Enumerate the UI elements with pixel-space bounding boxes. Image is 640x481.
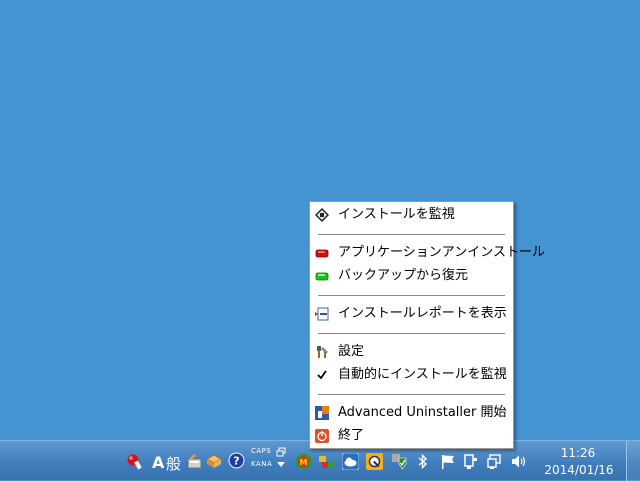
menu-separator bbox=[318, 333, 505, 334]
menu-item-label: バックアップから復元 bbox=[338, 268, 469, 283]
menu-item-label: 終了 bbox=[338, 428, 365, 443]
ime-help-icon[interactable]: ? bbox=[228, 452, 245, 469]
bluetooth-icon[interactable] bbox=[416, 453, 430, 470]
ime-pad-icon[interactable] bbox=[205, 452, 223, 470]
checkmark-icon bbox=[317, 370, 327, 380]
menu-item-label: アプリケーションアンインストール bbox=[338, 245, 545, 260]
security-shield-icon[interactable] bbox=[391, 453, 408, 470]
menu-item-auto-monitor[interactable]: 自動的にインストールを監視 bbox=[311, 364, 512, 386]
clock-date[interactable]: 2014/01/16 bbox=[544, 463, 614, 477]
language-bar-icon[interactable] bbox=[125, 452, 143, 470]
cloud-sync-icon[interactable] bbox=[342, 453, 359, 470]
red-uninstall-icon bbox=[315, 249, 329, 258]
menu-item-settings[interactable]: 設定 bbox=[311, 341, 512, 363]
network-icon[interactable] bbox=[487, 453, 503, 470]
clock-time[interactable]: 11:26 bbox=[548, 446, 608, 460]
menu-separator bbox=[318, 394, 505, 395]
uninstaller-monitor-tray-icon[interactable] bbox=[366, 453, 383, 470]
action-center-flag-icon[interactable] bbox=[440, 453, 456, 470]
menu-item-label: 自動的にインストールを監視 bbox=[338, 367, 507, 382]
ime-mode-indicator[interactable]: A bbox=[152, 453, 164, 472]
svg-text:M: M bbox=[300, 458, 308, 467]
menu-item-show-report[interactable]: インストールレポートを表示 bbox=[311, 303, 512, 325]
green-restore-icon bbox=[315, 272, 329, 281]
show-desktop-button[interactable] bbox=[626, 441, 640, 481]
ime-dictionary-indicator[interactable]: 般 bbox=[166, 453, 181, 474]
langbar-options-arrow-icon[interactable] bbox=[277, 462, 285, 468]
menu-item-label: インストールレポートを表示 bbox=[338, 306, 507, 321]
menu-separator bbox=[318, 295, 505, 296]
ime-tools-icon[interactable] bbox=[186, 452, 204, 470]
power-icon bbox=[315, 429, 329, 443]
menu-item-monitor-install[interactable]: インストールを監視 bbox=[311, 204, 512, 226]
malwarebytes-icon[interactable]: M bbox=[295, 453, 312, 470]
volume-icon[interactable] bbox=[511, 453, 527, 470]
monitor-install-icon bbox=[315, 208, 329, 222]
menu-item-start-advanced-uninstaller[interactable]: Advanced Uninstaller 開始 bbox=[311, 402, 512, 424]
kana-lock-indicator: KANA bbox=[251, 460, 273, 468]
menu-item-exit[interactable]: 終了 bbox=[311, 425, 512, 447]
menu-separator bbox=[318, 234, 505, 235]
report-icon bbox=[315, 307, 329, 321]
menu-item-label: 設定 bbox=[338, 344, 365, 359]
tray-context-menu: インストールを監視 アプリケーションアンインストール バックアップから復元 イン… bbox=[309, 201, 545, 449]
power-plug-icon[interactable] bbox=[463, 453, 479, 470]
network-share-icon[interactable] bbox=[318, 453, 335, 470]
svg-text:?: ? bbox=[233, 455, 239, 468]
tools-icon bbox=[317, 346, 328, 358]
menu-item-label: インストールを監視 bbox=[338, 207, 455, 222]
restore-langbar-icon[interactable] bbox=[276, 447, 286, 457]
menu-item-label: Advanced Uninstaller 開始 bbox=[338, 405, 507, 420]
caps-lock-indicator: CAPS bbox=[251, 447, 272, 455]
advanced-uninstaller-icon bbox=[315, 406, 329, 420]
menu-item-uninstall-app[interactable]: アプリケーションアンインストール bbox=[311, 242, 545, 264]
menu-item-restore-backup[interactable]: バックアップから復元 bbox=[311, 265, 512, 287]
